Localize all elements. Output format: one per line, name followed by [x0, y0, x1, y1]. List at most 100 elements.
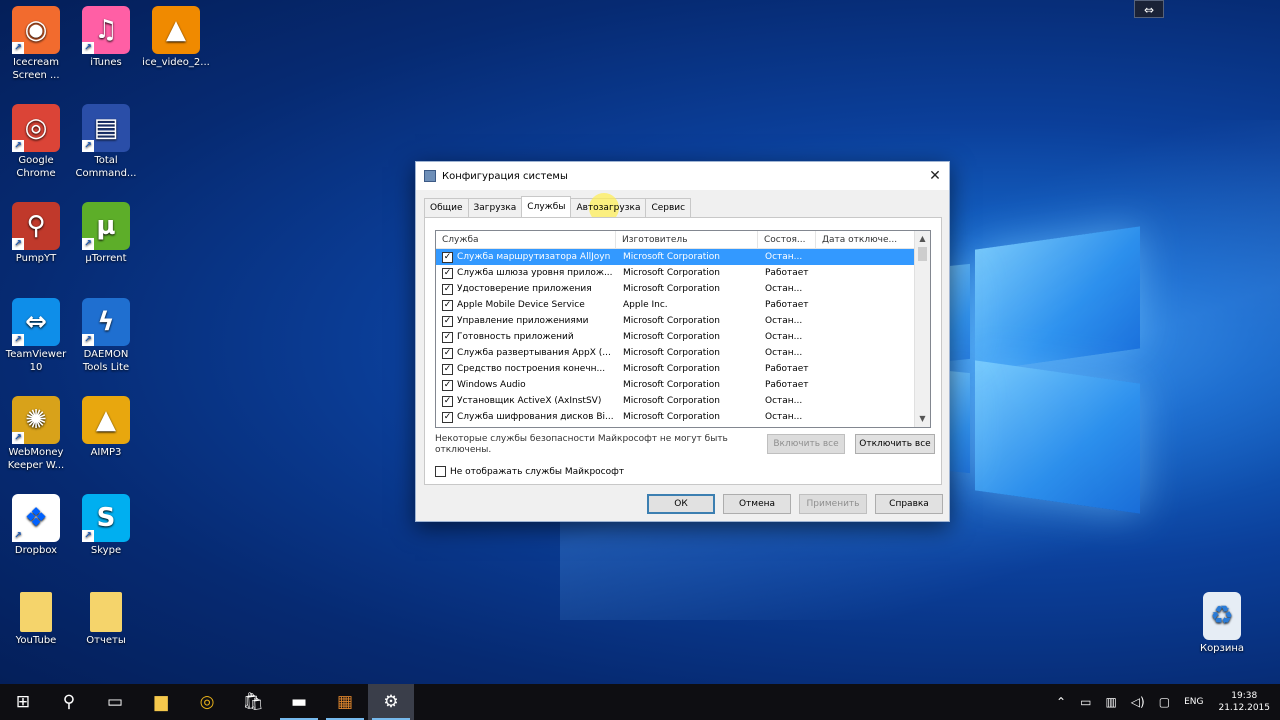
tab-startup[interactable]: Автозагрузка	[570, 193, 647, 223]
table-row[interactable]: ✓ Apple Mobile Device Service Apple Inc. Ра…	[436, 297, 930, 313]
tab-boot[interactable]: Загрузка	[467, 198, 523, 218]
store-icon[interactable]: 🛍	[230, 684, 276, 720]
service-checkbox[interactable]: ✓	[442, 331, 453, 343]
desktop-shortcut[interactable]: ♫ ↗ iTunes	[70, 6, 142, 69]
clock[interactable]: 19:38 21.12.2015	[1218, 690, 1270, 714]
table-row[interactable]: ✓ Установщик ActiveX (AxInstSV) Microsoft …	[436, 393, 930, 409]
scroll-up-icon[interactable]: ▲	[915, 231, 930, 247]
table-row[interactable]: ✓ Готовность приложений Microsoft Corporat…	[436, 329, 930, 345]
service-checkbox[interactable]: ✓	[442, 267, 453, 279]
language-indicator[interactable]: ENG	[1184, 697, 1203, 707]
service-checkbox[interactable]: ✓	[442, 347, 453, 359]
service-checkbox[interactable]: ✓	[442, 379, 453, 391]
search-icon[interactable]: ⚲	[46, 684, 92, 720]
cmd-icon[interactable]: ▬	[276, 684, 322, 720]
recycle-bin-icon: ♻	[1203, 592, 1241, 640]
desktop-shortcut[interactable]: ✺ ↗ WebMoney Keeper W...	[0, 396, 72, 472]
table-row[interactable]: ✓ Служба шифрования дисков Bi... Microsoft…	[436, 409, 930, 425]
table-row[interactable]: ✓ Служба маршрутизатора AllJoyn Microsoft …	[436, 249, 914, 265]
desktop-shortcut[interactable]: Отчеты	[70, 592, 142, 647]
help-button[interactable]: Справка	[875, 494, 943, 514]
service-checkbox[interactable]: ✓	[442, 411, 453, 423]
clock-time: 19:38	[1231, 691, 1258, 701]
tab-services[interactable]: Службы	[521, 196, 572, 217]
desktop-shortcut-label: Skype	[90, 545, 122, 556]
column-status[interactable]: Состоя...	[758, 231, 816, 248]
column-manufacturer[interactable]: Изготовитель	[616, 231, 758, 248]
windows-start-icon[interactable]: ⊞	[0, 684, 46, 720]
table-row[interactable]: ✓ Средство построения конечн... Microsoft …	[436, 361, 930, 377]
service-name: Apple Mobile Device Service	[457, 300, 585, 310]
table-row[interactable]: ✓ Служба шлюза уровня прилож... Microsoft …	[436, 265, 930, 281]
scroll-thumb[interactable]	[918, 247, 927, 261]
task-view-icon[interactable]: ▭	[92, 684, 138, 720]
tab-tools[interactable]: Сервис	[645, 198, 692, 218]
table-row[interactable]: ✓ Удостоверение приложения Microsoft Corpo…	[436, 281, 930, 297]
service-manufacturer: Microsoft Corporation	[623, 284, 720, 294]
desktop-shortcut[interactable]: ▲ ice_video_2...	[140, 6, 212, 69]
desktop-shortcut[interactable]: ⚲ ↗ PumpYT	[0, 202, 72, 265]
notification-icon[interactable]: ▢	[1159, 695, 1170, 709]
ok-button[interactable]: ОК	[647, 494, 715, 514]
table-row[interactable]: ✓ Windows Audio Microsoft Corporation Работ…	[436, 377, 930, 393]
desktop-shortcut[interactable]: ❖ ↗ Dropbox	[0, 494, 72, 557]
desktop-shortcut[interactable]: S ↗ Skype	[70, 494, 142, 557]
close-icon[interactable]: ✕	[921, 168, 949, 184]
service-manufacturer: Microsoft Corporation	[623, 252, 720, 262]
disable-all-button[interactable]: Отключить все	[855, 434, 935, 454]
desktop-shortcut[interactable]: ▲ AIMP3	[70, 396, 142, 459]
service-checkbox[interactable]: ✓	[442, 315, 453, 327]
media-app-icon[interactable]: ▦	[322, 684, 368, 720]
clock-date: 21.12.2015	[1218, 703, 1270, 713]
desktop-shortcut[interactable]: ◎ ↗ Google Chrome	[0, 104, 72, 180]
service-checkbox[interactable]: ✓	[442, 363, 453, 375]
service-checkbox[interactable]: ✓	[442, 283, 453, 295]
service-manufacturer: Microsoft Corporation	[623, 348, 720, 358]
service-status: Остан...	[765, 396, 803, 406]
checkbox-box[interactable]	[435, 466, 446, 477]
shortcut-arrow-icon: ↗	[82, 334, 94, 346]
service-manufacturer: Microsoft Corporation	[623, 364, 720, 374]
webmoney-icon: ✺ ↗	[12, 396, 60, 444]
desktop-shortcut-label: iTunes	[90, 57, 122, 68]
network-icon[interactable]: ▥	[1105, 695, 1116, 709]
apply-button[interactable]: Применить	[799, 494, 867, 514]
power-icon[interactable]: ▭	[1080, 695, 1091, 709]
desktop-shortcut[interactable]: ♻ Корзина	[1186, 592, 1258, 655]
desktop-shortcut[interactable]: ⇔ ↗ TeamViewer 10	[0, 298, 72, 374]
service-checkbox[interactable]: ✓	[442, 299, 453, 311]
enable-all-button[interactable]: Включить все	[767, 434, 845, 454]
service-checkbox[interactable]: ✓	[442, 251, 453, 263]
desktop-shortcut[interactable]: ϟ ↗ DAEMON Tools Lite	[70, 298, 142, 374]
list-header: Служба Изготовитель Состоя... Дата отклю…	[436, 231, 930, 249]
column-service[interactable]: Служба	[436, 231, 616, 248]
table-row[interactable]: ✓ Служба развертывания AppX (... Microsoft…	[436, 345, 930, 361]
cancel-button[interactable]: Отмена	[723, 494, 791, 514]
hide-ms-services-checkbox[interactable]: Не отображать службы Майкрософт	[435, 466, 624, 477]
service-manufacturer: Microsoft Corporation	[623, 380, 720, 390]
desktop-shortcut[interactable]: ▤ ↗ Total Command...	[70, 104, 142, 180]
vertical-scrollbar[interactable]: ▲ ▼	[914, 231, 930, 427]
service-name: Служба шлюза уровня прилож...	[457, 268, 613, 278]
system-tray: ⌃ ▭ ▥ ◁) ▢ ENG 19:38 21.12.2015	[1049, 684, 1280, 720]
utorrent-icon: µ ↗	[82, 202, 130, 250]
chrome-taskbar-icon[interactable]: ◎	[184, 684, 230, 720]
resize-handle-icon[interactable]: ⇔	[1134, 0, 1164, 18]
file-explorer-icon[interactable]: ▆	[138, 684, 184, 720]
desktop-shortcut-label: TeamViewer 10	[5, 349, 67, 373]
service-manufacturer: Microsoft Corporation	[623, 268, 720, 278]
service-checkbox[interactable]: ✓	[442, 395, 453, 407]
scroll-down-icon[interactable]: ▼	[915, 411, 930, 427]
services-list[interactable]: Служба Изготовитель Состоя... Дата отклю…	[435, 230, 931, 428]
desktop-shortcut[interactable]: YouTube	[0, 592, 72, 647]
desktop-shortcut[interactable]: µ ↗ µTorrent	[70, 202, 142, 265]
msconfig-taskbar-icon[interactable]: ⚙	[368, 684, 414, 720]
volume-icon[interactable]: ◁)	[1131, 695, 1145, 709]
column-disabled-date[interactable]: Дата отключе...	[816, 231, 916, 248]
desktop-shortcut[interactable]: ◉ ↗ Icecream Screen ...	[0, 6, 72, 82]
service-name: Windows Audio	[457, 380, 526, 390]
table-row[interactable]: ✓ Управление приложениями Microsoft Corpor…	[436, 313, 930, 329]
dialog-titlebar[interactable]: Конфигурация системы ✕	[416, 162, 949, 190]
tab-general[interactable]: Общие	[424, 198, 469, 218]
chevron-up-icon[interactable]: ⌃	[1056, 695, 1066, 709]
